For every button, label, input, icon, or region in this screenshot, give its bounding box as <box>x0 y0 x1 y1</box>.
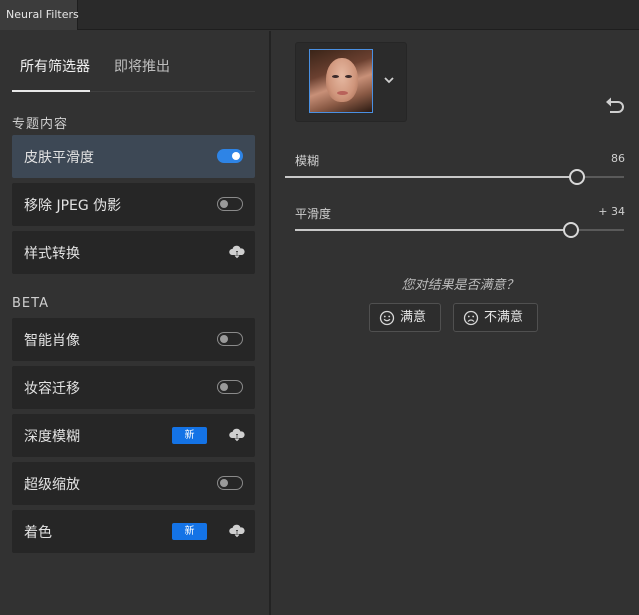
blur-slider-fill <box>285 176 577 178</box>
unsatisfied-label: 不满意 <box>484 310 524 325</box>
filter-tabs: 所有筛选器 即将推出 <box>0 57 269 93</box>
active-tab-underline <box>12 90 90 92</box>
section-featured-label: 专题内容 <box>12 117 69 132</box>
feedback-question: 您对结果是否满意？ <box>401 278 519 293</box>
toggle-knob <box>220 382 228 391</box>
filter-label: 移除 JPEG 伪影 <box>24 198 122 214</box>
filter-label: 妆容迁移 <box>24 381 80 397</box>
smile-icon <box>379 310 395 326</box>
cloud-download-icon[interactable] <box>229 524 245 538</box>
tab-coming-soon[interactable]: 即将推出 <box>114 57 170 93</box>
blur-slider-label: 模糊 <box>295 154 320 168</box>
filter-label: 样式转换 <box>24 246 80 262</box>
toggle-knob <box>220 199 228 208</box>
blur-slider-thumb[interactable] <box>569 169 585 185</box>
filter-item-jpeg-artifacts[interactable]: 移除 JPEG 伪影 <box>12 183 255 226</box>
filter-item-style-transfer[interactable]: 样式转换 <box>12 231 255 274</box>
filter-label: 着色 <box>24 525 52 541</box>
toggle-knob <box>220 334 228 343</box>
filter-item-smart-portrait[interactable]: 智能肖像 <box>12 318 255 361</box>
toggle-knob <box>220 478 228 487</box>
tab-all-filters[interactable]: 所有筛选器 <box>20 57 90 93</box>
makeup-transfer-toggle[interactable] <box>217 380 243 394</box>
new-badge: 新 <box>172 523 207 540</box>
cloud-download-icon[interactable] <box>229 428 245 442</box>
reference-thumbnail <box>309 49 373 113</box>
toggle-knob <box>232 151 240 160</box>
tab-neural-filters[interactable]: Neural Filters <box>0 0 79 30</box>
satisfied-button[interactable]: 满意 <box>369 303 441 332</box>
filter-label: 智能肖像 <box>24 333 80 349</box>
cloud-download-icon[interactable] <box>229 245 245 259</box>
portrait-face <box>326 58 358 102</box>
reference-image-picker[interactable] <box>295 42 407 122</box>
smart-portrait-toggle[interactable] <box>217 332 243 346</box>
filter-item-depth-blur[interactable]: 深度模糊 新 <box>12 414 255 457</box>
smoothness-slider-value: + 34 <box>598 205 625 218</box>
blur-slider-value: 86 <box>611 152 625 165</box>
filter-label: 皮肤平滑度 <box>24 150 94 166</box>
skin-smoothing-toggle[interactable] <box>217 149 243 163</box>
eye-left <box>332 75 339 78</box>
eye-right <box>345 75 352 78</box>
filter-item-makeup-transfer[interactable]: 妆容迁移 <box>12 366 255 409</box>
filter-item-colorize[interactable]: 着色 新 <box>12 510 255 553</box>
smoothness-slider-track[interactable] <box>295 222 624 238</box>
blur-slider-track[interactable] <box>285 169 624 185</box>
new-badge: 新 <box>172 427 207 444</box>
filter-item-skin-smoothing[interactable]: 皮肤平滑度 <box>12 135 255 178</box>
reset-icon[interactable] <box>604 96 626 114</box>
panel-divider <box>269 31 271 615</box>
filter-label: 超级缩放 <box>24 477 80 493</box>
satisfied-label: 满意 <box>400 310 427 325</box>
filter-item-super-zoom[interactable]: 超级缩放 <box>12 462 255 505</box>
tab-strip: Neural Filters <box>0 0 639 30</box>
tab-divider <box>90 91 255 92</box>
lips <box>337 91 348 95</box>
filter-label: 深度模糊 <box>24 429 80 445</box>
jpeg-artifacts-toggle[interactable] <box>217 197 243 211</box>
smoothness-slider-fill <box>295 229 571 231</box>
chevron-down-icon[interactable] <box>382 73 396 87</box>
unsatisfied-button[interactable]: 不满意 <box>453 303 538 332</box>
super-zoom-toggle[interactable] <box>217 476 243 490</box>
filter-list-panel: 所有筛选器 即将推出 专题内容 皮肤平滑度 移除 JPEG 伪影 样式转换 BE… <box>0 31 269 615</box>
smoothness-slider-label: 平滑度 <box>295 207 332 221</box>
smoothness-slider-thumb[interactable] <box>563 222 579 238</box>
section-beta-label: BETA <box>12 296 49 311</box>
frown-icon <box>463 310 479 326</box>
